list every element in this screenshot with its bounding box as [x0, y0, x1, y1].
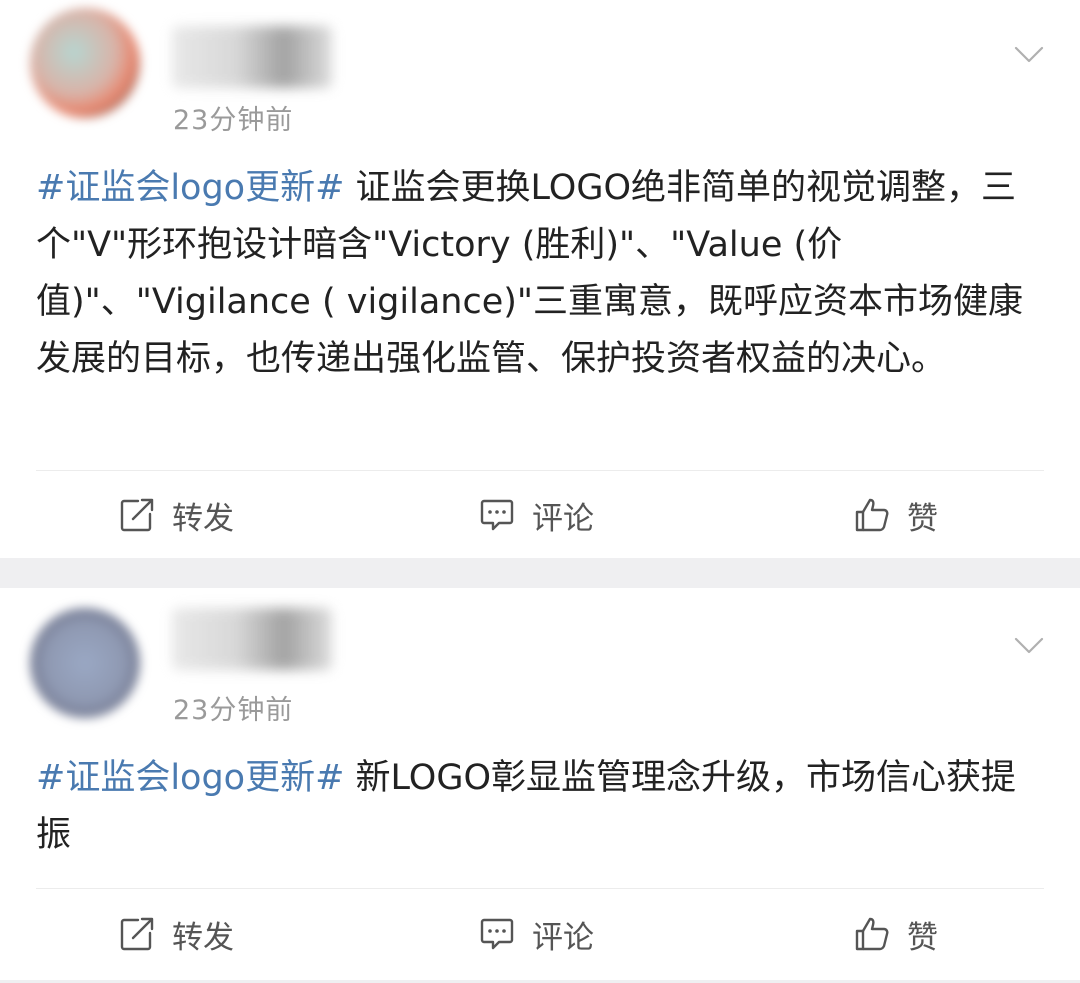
like-icon	[855, 917, 889, 951]
post-timestamp: 23分钟前	[173, 695, 294, 726]
weibo-feed: 23分钟前 #证监会logo更新# 证监会更换LOGO绝非简单的视觉调整，三个"…	[0, 0, 1080, 983]
comment-button[interactable]: 评论	[478, 475, 594, 555]
divider	[36, 888, 1044, 889]
chevron-down-icon[interactable]	[1014, 636, 1044, 656]
feed-separator	[0, 558, 1080, 588]
post-card: 23分钟前 #证监会logo更新# 证监会更换LOGO绝非简单的视觉调整，三个"…	[0, 0, 1080, 558]
repost-icon	[120, 917, 154, 951]
post-content: #证监会logo更新# 证监会更换LOGO绝非简单的视觉调整，三个"V"形环抱设…	[36, 160, 1040, 388]
chevron-down-icon[interactable]	[1014, 45, 1044, 65]
action-bar: 转发 评论 赞	[0, 894, 1080, 974]
comment-icon	[480, 918, 514, 950]
like-button[interactable]: 赞	[853, 894, 938, 974]
username-blurred[interactable]	[172, 26, 332, 88]
repost-button[interactable]: 转发	[118, 894, 234, 974]
username-blurred[interactable]	[172, 608, 332, 670]
comment-button[interactable]: 评论	[478, 894, 594, 974]
repost-icon	[120, 498, 154, 532]
divider	[36, 470, 1044, 471]
repost-label: 转发	[172, 919, 234, 956]
comment-label: 评论	[532, 919, 594, 956]
avatar[interactable]	[30, 8, 140, 118]
post-content: #证监会logo更新# 新LOGO彰显监管理念升级，市场信心获提振	[36, 750, 1040, 864]
avatar[interactable]	[30, 608, 140, 718]
post-card: 23分钟前 #证监会logo更新# 新LOGO彰显监管理念升级，市场信心获提振 …	[0, 588, 1080, 983]
hashtag-link[interactable]: #证监会logo更新#	[36, 168, 344, 208]
like-button[interactable]: 赞	[853, 475, 938, 555]
comment-icon	[480, 499, 514, 531]
hashtag-link[interactable]: #证监会logo更新#	[36, 758, 344, 798]
repost-label: 转发	[172, 500, 234, 537]
like-label: 赞	[907, 919, 938, 956]
like-label: 赞	[907, 500, 938, 537]
repost-button[interactable]: 转发	[118, 475, 234, 555]
comment-label: 评论	[532, 500, 594, 537]
post-timestamp: 23分钟前	[173, 105, 294, 136]
action-bar: 转发 评论 赞	[0, 475, 1080, 555]
like-icon	[855, 498, 889, 532]
